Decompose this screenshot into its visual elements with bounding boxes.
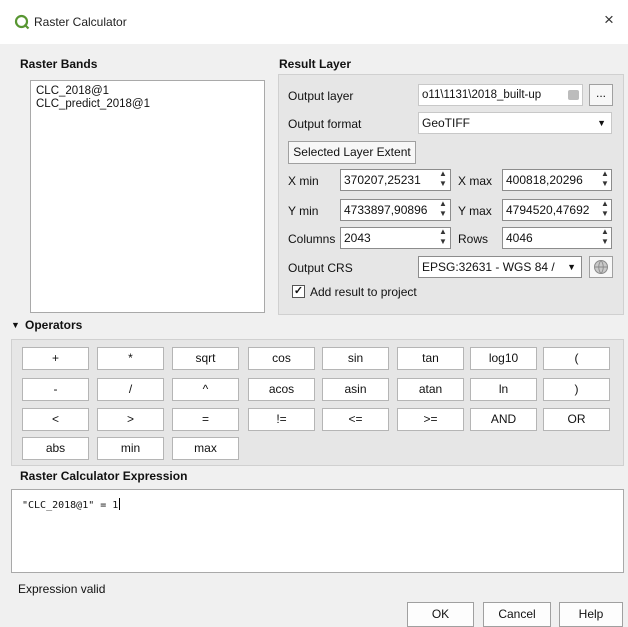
raster-bands-list[interactable]: CLC_2018@1 CLC_predict_2018@1 xyxy=(30,80,265,313)
columns-field[interactable]: 2043 xyxy=(340,227,451,249)
output-layer-label: Output layer xyxy=(288,89,354,103)
operator-button[interactable]: < xyxy=(22,408,89,431)
ymax-field[interactable]: 4794520,47692 xyxy=(502,199,612,221)
operator-button[interactable]: / xyxy=(97,378,164,401)
ymin-spin-icon[interactable]: ▲ ▼ xyxy=(438,199,448,221)
operator-button[interactable]: min xyxy=(97,437,164,460)
result-layer-panel xyxy=(278,74,624,315)
operator-button[interactable]: OR xyxy=(543,408,610,431)
ymin-label: Y min xyxy=(288,204,319,218)
operator-button[interactable]: tan xyxy=(397,347,464,370)
operator-button[interactable]: ^ xyxy=(172,378,239,401)
chevron-down-icon: ▼ xyxy=(567,262,576,272)
operator-button[interactable]: = xyxy=(172,408,239,431)
xmax-spin-icon[interactable]: ▲ ▼ xyxy=(600,169,610,191)
output-layer-value: o11\1131\2018_built-up xyxy=(422,89,542,101)
operator-button[interactable]: atan xyxy=(397,378,464,401)
operator-button[interactable]: > xyxy=(97,408,164,431)
crs-select-button[interactable] xyxy=(589,256,613,278)
text-caret xyxy=(119,498,121,510)
add-result-label: Add result to project xyxy=(310,285,417,299)
operator-button[interactable]: cos xyxy=(248,347,315,370)
operator-button[interactable]: max xyxy=(172,437,239,460)
operator-button[interactable]: != xyxy=(248,408,315,431)
output-format-label: Output format xyxy=(288,117,362,131)
list-item[interactable]: CLC_predict_2018@1 xyxy=(36,98,259,111)
operator-button[interactable]: abs xyxy=(22,437,89,460)
globe-icon xyxy=(594,260,608,274)
xmax-label: X max xyxy=(458,174,493,188)
operator-button[interactable]: ln xyxy=(470,378,537,401)
browse-button[interactable]: ... xyxy=(589,84,613,106)
xmax-field[interactable]: 400818,20296 xyxy=(502,169,612,191)
cancel-button[interactable]: Cancel xyxy=(483,602,551,627)
columns-label: Columns xyxy=(288,232,336,246)
output-crs-value: EPSG:32631 - WGS 84 / xyxy=(422,260,555,274)
operator-button[interactable]: asin xyxy=(322,378,389,401)
expression-heading: Raster Calculator Expression xyxy=(20,469,188,483)
close-icon[interactable]: × xyxy=(600,11,618,29)
operators-heading: Operators xyxy=(25,318,83,332)
ymax-spin-icon[interactable]: ▲ ▼ xyxy=(600,199,610,221)
ymax-label: Y max xyxy=(458,204,492,218)
operator-button[interactable]: >= xyxy=(397,408,464,431)
rows-field[interactable]: 4046 xyxy=(502,227,612,249)
operator-button[interactable]: <= xyxy=(322,408,389,431)
help-button[interactable]: Help xyxy=(559,602,623,627)
chevron-down-icon: ▼ xyxy=(597,118,606,128)
collapse-icon[interactable]: ▼ xyxy=(11,320,20,330)
window-title: Raster Calculator xyxy=(34,15,127,29)
expression-editor[interactable]: "CLC_2018@1" = 1 xyxy=(11,489,624,573)
operator-button[interactable]: * xyxy=(97,347,164,370)
columns-spin-icon[interactable]: ▲ ▼ xyxy=(438,227,448,249)
expression-status: Expression valid xyxy=(18,582,106,596)
add-result-checkbox[interactable]: ✓ xyxy=(292,285,305,298)
xmin-field[interactable]: 370207,25231 xyxy=(340,169,451,191)
operator-button[interactable]: sqrt xyxy=(172,347,239,370)
output-layer-field[interactable]: o11\1131\2018_built-up xyxy=(418,84,583,106)
operator-button[interactable]: sin xyxy=(322,347,389,370)
output-format-value: GeoTIFF xyxy=(422,116,471,130)
clear-icon[interactable] xyxy=(568,90,579,100)
raster-bands-heading: Raster Bands xyxy=(20,57,98,71)
output-crs-label: Output CRS xyxy=(288,261,353,275)
operator-button[interactable]: log10 xyxy=(470,347,537,370)
list-item[interactable]: CLC_2018@1 xyxy=(36,85,259,98)
title-bar: Raster Calculator × xyxy=(0,0,628,44)
rows-spin-icon[interactable]: ▲ ▼ xyxy=(600,227,610,249)
ok-button[interactable]: OK xyxy=(407,602,474,627)
ymin-field[interactable]: 4733897,90896 xyxy=(340,199,451,221)
operator-button[interactable]: AND xyxy=(470,408,537,431)
xmin-spin-icon[interactable]: ▲ ▼ xyxy=(438,169,448,191)
output-format-select[interactable]: GeoTIFF ▼ xyxy=(418,112,612,134)
selected-layer-extent-button[interactable]: Selected Layer Extent xyxy=(288,141,416,164)
operator-button[interactable]: - xyxy=(22,378,89,401)
expression-text: "CLC_2018@1" = 1 xyxy=(22,500,119,511)
rows-label: Rows xyxy=(458,232,489,246)
operator-button[interactable]: + xyxy=(22,347,89,370)
result-layer-heading: Result Layer xyxy=(279,57,352,71)
operator-button[interactable]: ) xyxy=(543,378,610,401)
operator-button[interactable]: acos xyxy=(248,378,315,401)
qgis-icon xyxy=(14,14,30,30)
output-crs-select[interactable]: EPSG:32631 - WGS 84 / ▼ xyxy=(418,256,582,278)
xmin-label: X min xyxy=(288,174,319,188)
operator-button[interactable]: ( xyxy=(543,347,610,370)
